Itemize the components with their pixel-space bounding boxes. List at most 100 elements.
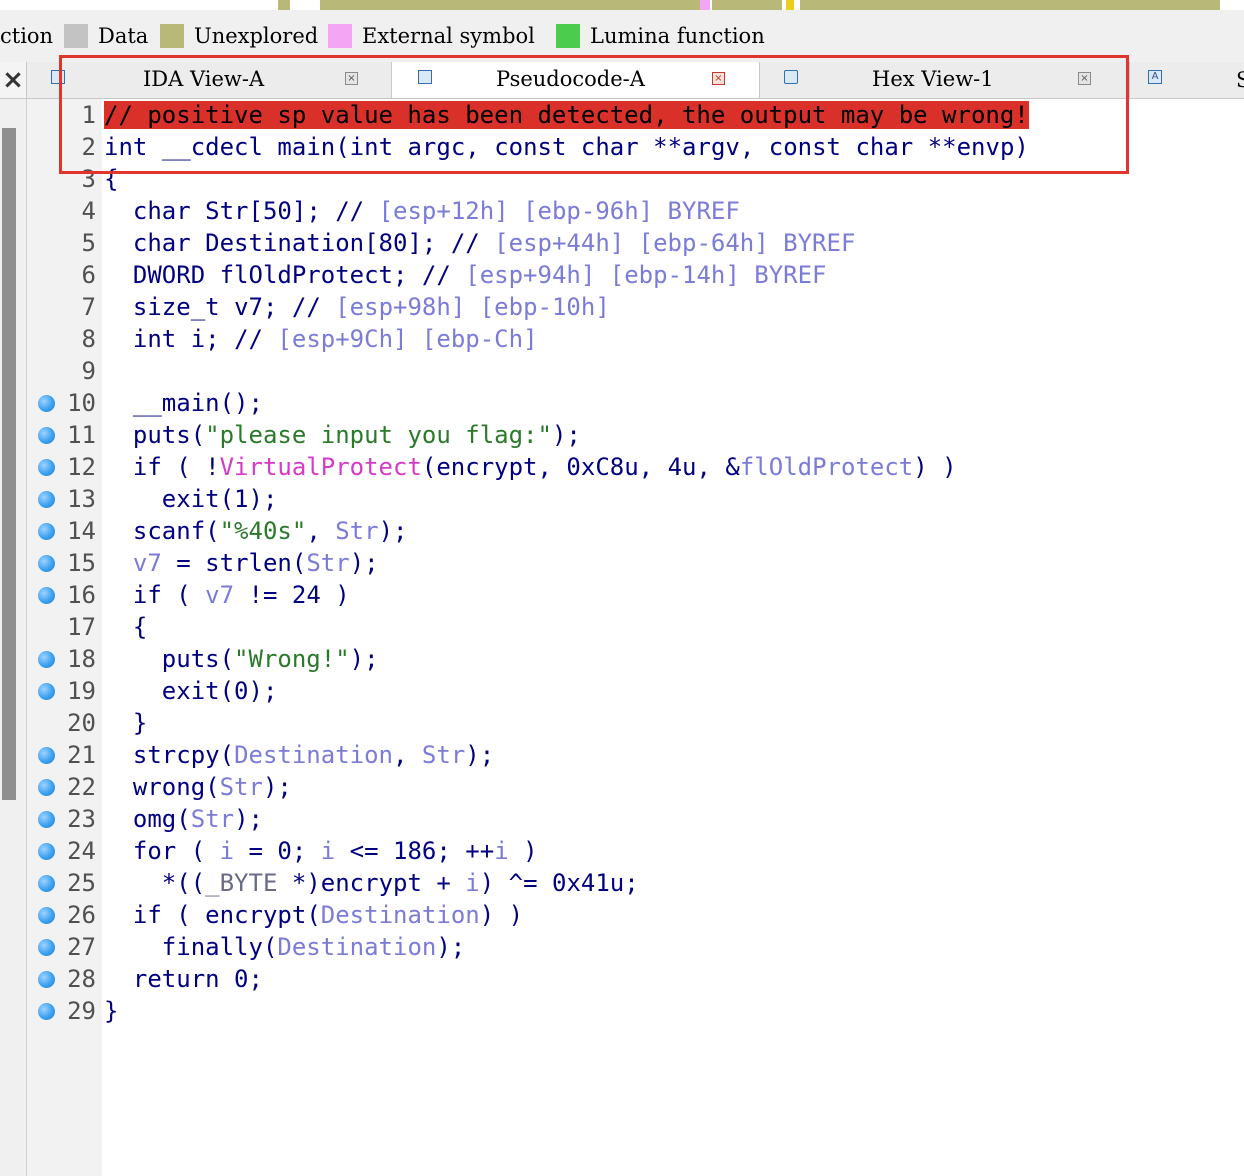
- code-line[interactable]: 2 int __cdecl main(int argc, const char *…: [82, 131, 1244, 163]
- code-line[interactable]: 23 omg(Str);: [38, 803, 1244, 835]
- line-number: 5: [81, 229, 96, 257]
- code-line[interactable]: 7 size_t v7; // [esp+98h] [ebp-10h]: [82, 291, 1244, 323]
- code-text: // positive sp value has been detected, …: [104, 101, 1029, 129]
- code-text: exit(1);: [161, 485, 278, 513]
- line-number: 7: [81, 293, 96, 321]
- legend-item-external-symbol: External symbol: [328, 23, 535, 49]
- tab-close-icon[interactable]: ×: [712, 72, 725, 85]
- code-text: if ( v7 != 24 ): [132, 581, 350, 609]
- code-line[interactable]: 3{: [82, 163, 1244, 195]
- code-line[interactable]: 16 if ( v7 != 24 ): [38, 579, 1244, 611]
- code-text: {: [104, 613, 148, 641]
- breakpoint-dot-icon[interactable]: [38, 555, 55, 572]
- breakpoint-dot-icon[interactable]: [38, 747, 55, 764]
- pseudocode-editor[interactable]: 1 // positive sp value has been detected,…: [38, 99, 1244, 1176]
- code-line[interactable]: 10 __main();: [38, 387, 1244, 419]
- breakpoint-dot-icon[interactable]: [38, 875, 55, 892]
- code-line[interactable]: 25 *((_BYTE *)encrypt + i) ^= 0x41u;: [38, 867, 1244, 899]
- legend-swatch: [328, 24, 352, 48]
- breakpoint-dot-icon[interactable]: [38, 523, 55, 540]
- breakpoint-dot-icon[interactable]: [38, 683, 55, 700]
- tab-close-icon[interactable]: ×: [1078, 72, 1091, 85]
- legend-swatch: [160, 24, 184, 48]
- code-text: finally(Destination);: [161, 933, 466, 961]
- close-icon[interactable]: ×: [0, 62, 27, 98]
- code-line[interactable]: 5 char Destination[80]; // [esp+44h] [eb…: [82, 227, 1244, 259]
- tab-label: Hex View-1: [872, 67, 994, 91]
- code-line[interactable]: 15 v7 = strlen(Str);: [38, 547, 1244, 579]
- breakpoint-dot-icon[interactable]: [38, 843, 55, 860]
- breakpoint-dot-icon[interactable]: [38, 427, 55, 444]
- structures-view-icon[interactable]: A: [1148, 70, 1162, 84]
- code-line[interactable]: 24 for ( i = 0; i <= 186; ++i ): [38, 835, 1244, 867]
- legend-label: ction: [0, 24, 54, 48]
- line-number: 20: [67, 709, 96, 737]
- breakpoint-dot-icon[interactable]: [38, 971, 55, 988]
- code-line[interactable]: 13 exit(1);: [38, 483, 1244, 515]
- nav-band-segment: [786, 0, 794, 10]
- tab-label: IDA View-A: [143, 67, 265, 91]
- breakpoint-dot-icon[interactable]: [38, 939, 55, 956]
- code-line[interactable]: 4 char Str[50]; // [esp+12h] [ebp-96h] B…: [82, 195, 1244, 227]
- code-line[interactable]: 22 wrong(Str);: [38, 771, 1244, 803]
- code-line[interactable]: 18 puts("Wrong!");: [38, 643, 1244, 675]
- code-text: int __cdecl main(int argc, const char **…: [104, 133, 1029, 161]
- legend-label: Data: [98, 24, 149, 48]
- breakpoint-dot-icon[interactable]: [38, 907, 55, 924]
- tab-hex-view-1[interactable]: Hex View-1 ×: [760, 62, 1130, 98]
- code-line[interactable]: 27 finally(Destination);: [38, 931, 1244, 963]
- code-line[interactable]: 6 DWORD flOldProtect; // [esp+94h] [ebp-…: [82, 259, 1244, 291]
- code-line[interactable]: 12 if ( !VirtualProtect(encrypt, 0xC8u, …: [38, 451, 1244, 483]
- tab-close-icon[interactable]: ×: [345, 72, 358, 85]
- navigation-band[interactable]: [0, 0, 1244, 10]
- code-line[interactable]: 1 // positive sp value has been detected,…: [82, 99, 1244, 131]
- breakpoint-dot-icon[interactable]: [38, 1003, 55, 1020]
- legend-item-data: Data: [64, 23, 148, 49]
- code-line[interactable]: 29}: [38, 995, 1244, 1027]
- line-number: 17: [67, 613, 96, 641]
- code-line[interactable]: 19 exit(0);: [38, 675, 1244, 707]
- code-line[interactable]: 17 {: [67, 611, 1244, 643]
- breakpoint-dot-icon[interactable]: [38, 491, 55, 508]
- code-text: __main();: [132, 389, 263, 417]
- code-line[interactable]: 8 int i; // [esp+9Ch] [ebp-Ch]: [82, 323, 1244, 355]
- code-text: if ( encrypt(Destination) ): [132, 901, 524, 929]
- code-text: return 0;: [132, 965, 263, 993]
- nav-band-segment: [0, 0, 276, 10]
- tab-ida-view-a[interactable]: IDA View-A ×: [27, 62, 392, 98]
- code-line[interactable]: 21 strcpy(Destination, Str);: [38, 739, 1244, 771]
- breakpoint-dot-icon[interactable]: [38, 651, 55, 668]
- code-text: for ( i = 0; i <= 186; ++i ): [132, 837, 538, 865]
- tab-bar: × IDA View-A × Pseudocode-A × Hex View-1…: [0, 62, 1244, 99]
- code-text: size_t v7; // [esp+98h] [ebp-10h]: [132, 293, 610, 321]
- legend-label: Unexplored: [194, 24, 319, 48]
- code-text: }: [104, 997, 119, 1025]
- legend-label: External symbol: [362, 24, 535, 48]
- code-text: scanf("%40s", Str);: [132, 517, 408, 545]
- breakpoint-dot-icon[interactable]: [38, 811, 55, 828]
- tab-overflow-label[interactable]: S: [1236, 68, 1244, 92]
- legend-item-lumina-function: Lumina function: [556, 23, 765, 49]
- breakpoint-dot-icon[interactable]: [38, 587, 55, 604]
- code-line[interactable]: 28 return 0;: [38, 963, 1244, 995]
- nav-band-segment: [800, 0, 1220, 10]
- code-line[interactable]: 26 if ( encrypt(Destination) ): [38, 899, 1244, 931]
- code-text: char Str[50]; // [esp+12h] [ebp-96h] BYR…: [132, 197, 740, 225]
- code-text: puts("Wrong!");: [161, 645, 379, 673]
- code-text: exit(0);: [161, 677, 278, 705]
- code-text: *((_BYTE *)encrypt + i) ^= 0x41u;: [104, 869, 639, 897]
- nav-band-segment: [712, 0, 782, 10]
- breakpoint-dot-icon[interactable]: [38, 459, 55, 476]
- code-text: }: [104, 709, 148, 737]
- code-line[interactable]: 9: [82, 355, 1244, 387]
- line-number: 3: [81, 165, 96, 193]
- breakpoint-dot-icon[interactable]: [38, 779, 55, 796]
- code-line[interactable]: 20 }: [67, 707, 1244, 739]
- code-line[interactable]: 14 scanf("%40s", Str);: [38, 515, 1244, 547]
- tab-pseudocode-a[interactable]: Pseudocode-A ×: [392, 62, 760, 98]
- line-number: 8: [81, 325, 96, 353]
- code-text: if ( !VirtualProtect(encrypt, 0xC8u, 4u,…: [132, 453, 957, 481]
- code-line[interactable]: 11 puts("please input you flag:");: [38, 419, 1244, 451]
- breakpoint-dot-icon[interactable]: [38, 395, 55, 412]
- code-text: puts("please input you flag:");: [132, 421, 581, 449]
